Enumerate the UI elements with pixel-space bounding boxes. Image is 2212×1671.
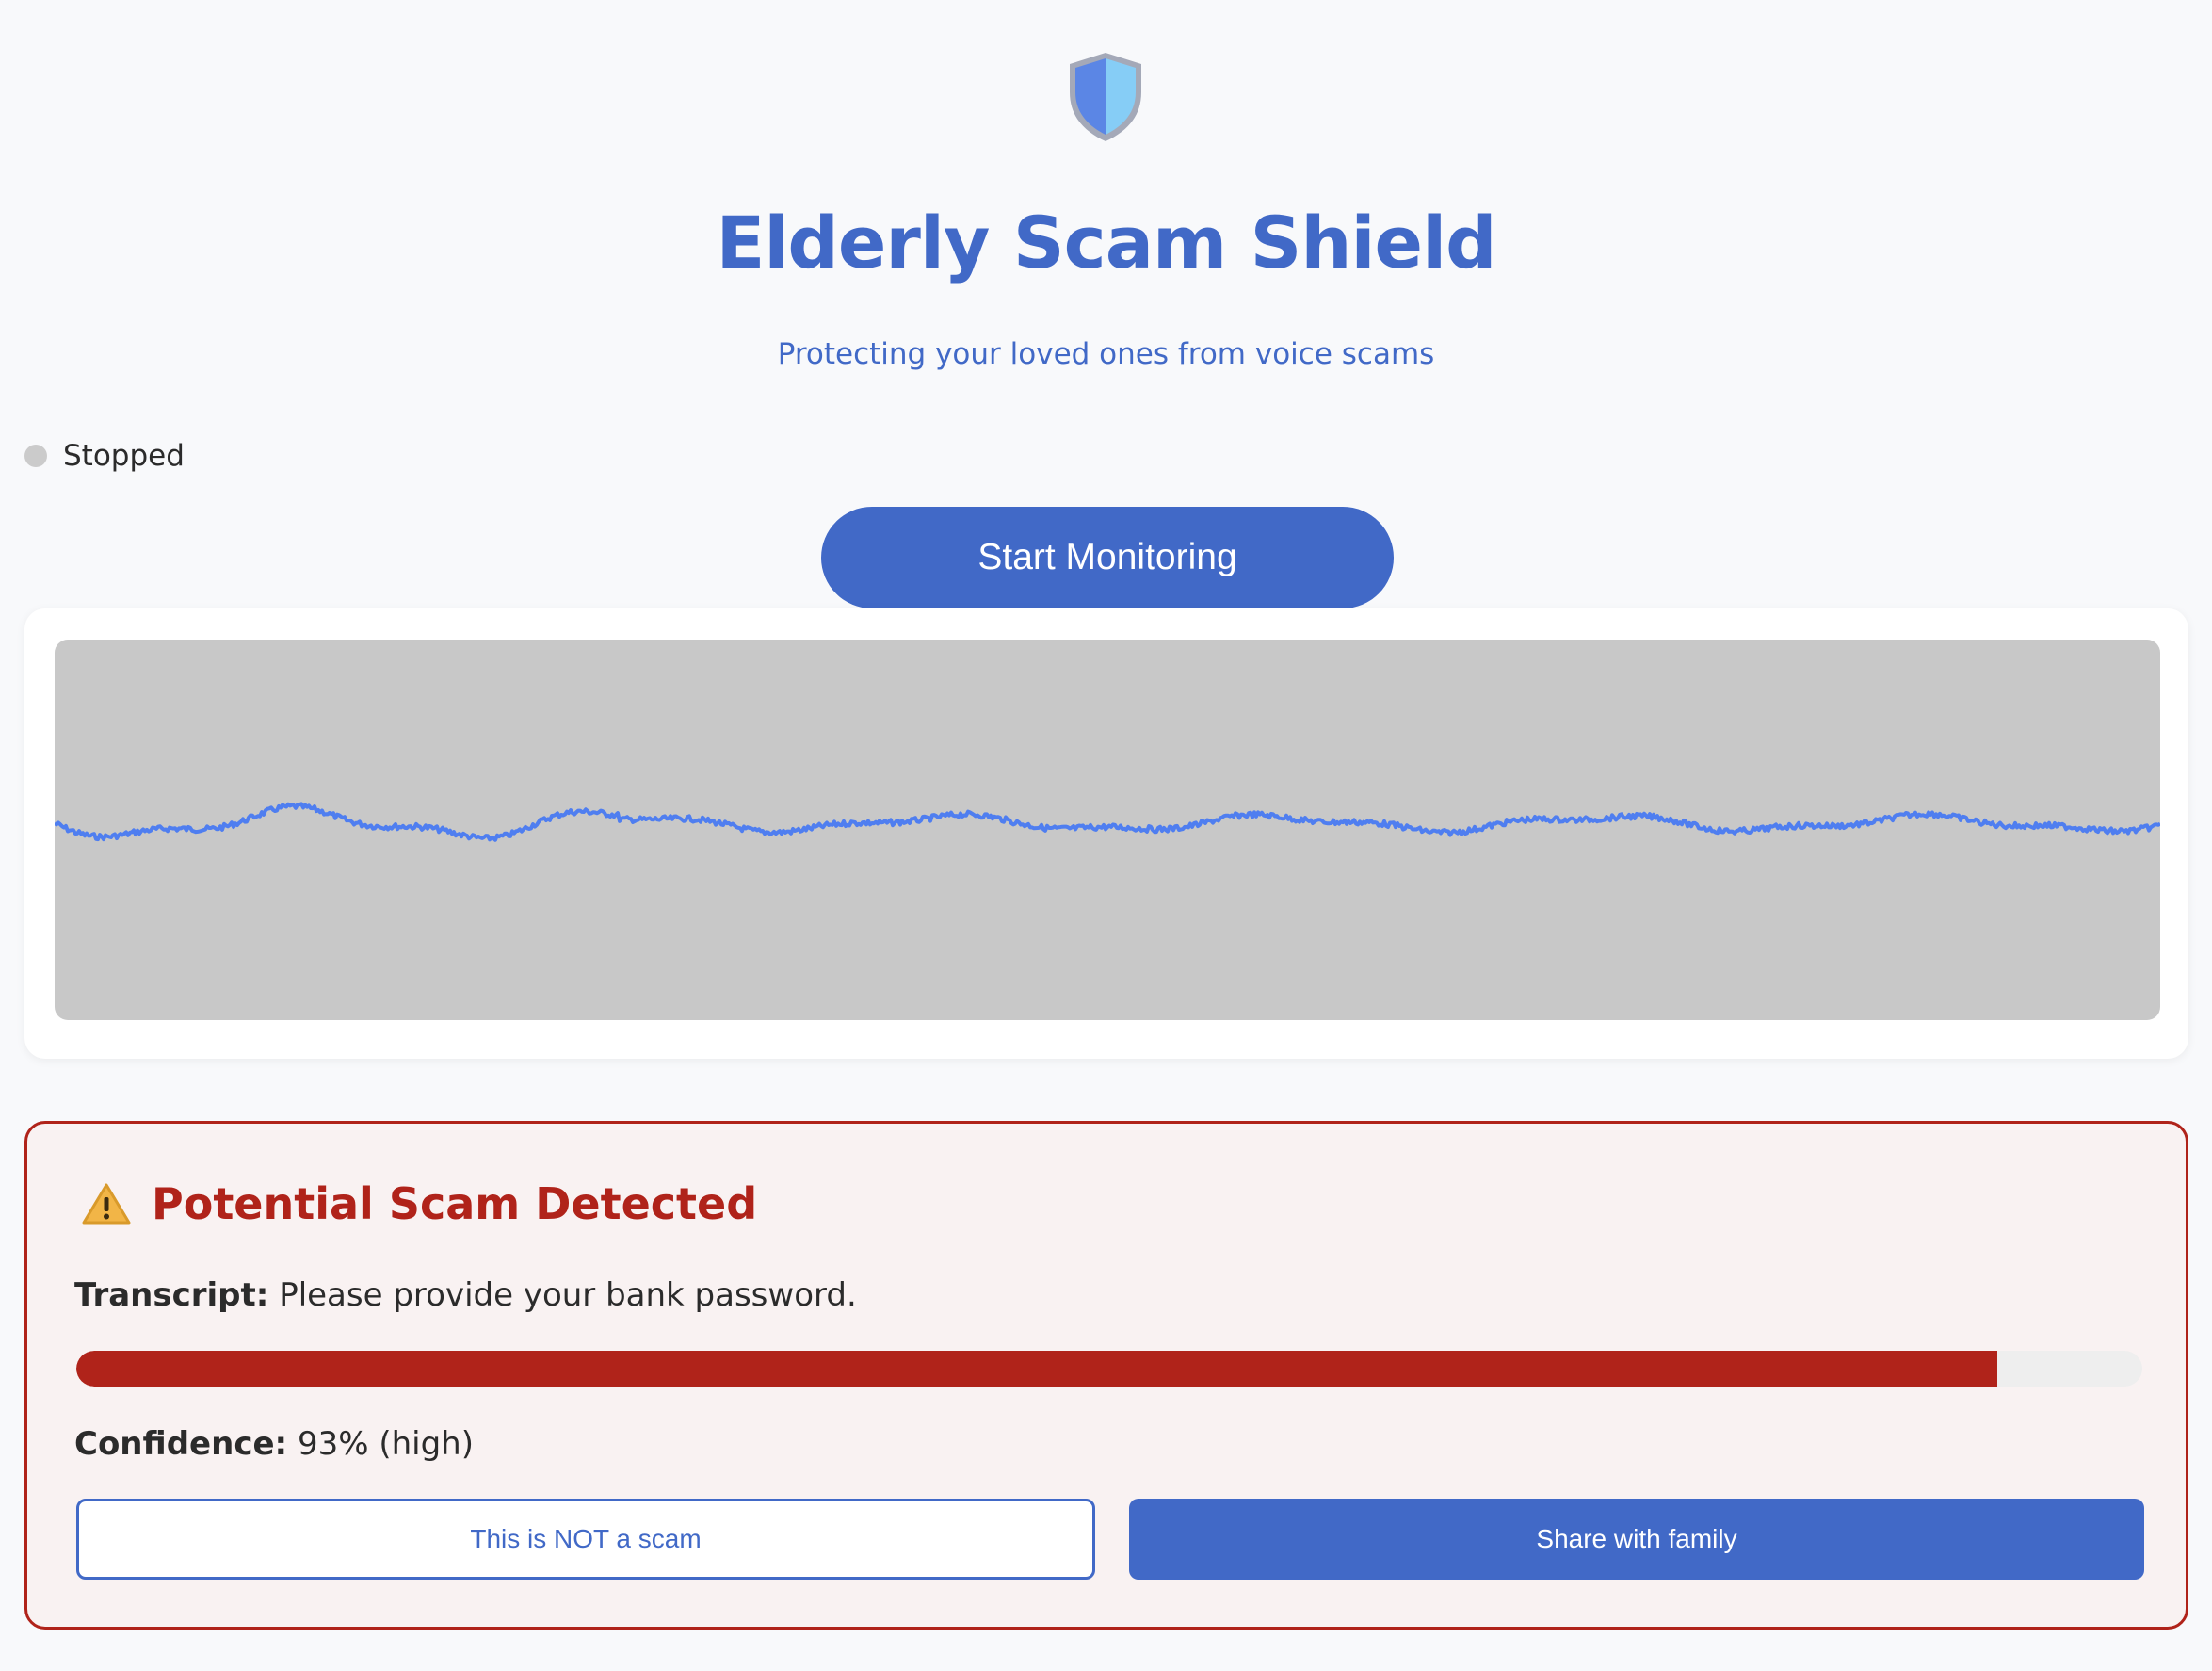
status-text: Stopped: [63, 439, 185, 473]
waveform-line: [55, 802, 2160, 842]
transcript-label: Transcript:: [74, 1276, 269, 1314]
waveform-canvas: [55, 640, 2160, 1020]
page-subtitle: Protecting your loved ones from voice sc…: [777, 337, 1435, 371]
confidence: Confidence: 93% (high): [74, 1425, 474, 1463]
start-monitoring-button[interactable]: Start Monitoring: [821, 507, 1394, 608]
confidence-label: Confidence:: [74, 1425, 288, 1463]
transcript: Transcript: Please provide your bank pas…: [74, 1276, 857, 1314]
confidence-bar-fill: [76, 1351, 1998, 1387]
page-title: Elderly Scam Shield: [716, 201, 1496, 284]
confidence-value: 93% (high): [297, 1425, 474, 1463]
alert-heading: Potential Scam Detected: [82, 1178, 757, 1229]
share-with-family-button[interactable]: Share with family: [1129, 1499, 2144, 1580]
scam-alert-card: Potential Scam Detected Transcript: Plea…: [24, 1121, 2188, 1630]
waveform-card: [24, 608, 2188, 1059]
waveform-graph: [55, 802, 2160, 842]
status-indicator-dot: [24, 445, 47, 467]
monitoring-status: Stopped: [24, 439, 185, 473]
shield-icon: [1070, 53, 1141, 141]
confidence-bar: [76, 1351, 2142, 1387]
warning-icon: [82, 1183, 131, 1225]
alert-title: Potential Scam Detected: [152, 1178, 758, 1229]
transcript-text: Please provide your bank password.: [279, 1276, 857, 1314]
not-a-scam-button[interactable]: This is NOT a scam: [76, 1499, 1095, 1580]
